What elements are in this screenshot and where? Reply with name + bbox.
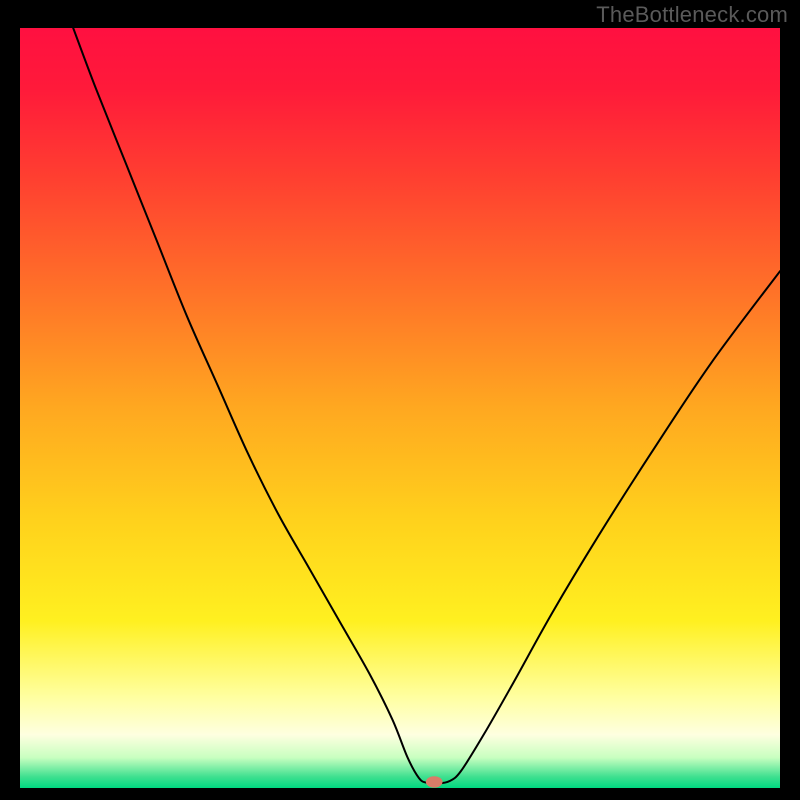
chart-frame: TheBottleneck.com <box>0 0 800 800</box>
watermark-text: TheBottleneck.com <box>596 2 788 28</box>
plot-area <box>20 28 780 788</box>
gradient-bg <box>20 28 780 788</box>
bottleneck-chart <box>20 28 780 788</box>
optimal-point-marker <box>426 776 443 787</box>
